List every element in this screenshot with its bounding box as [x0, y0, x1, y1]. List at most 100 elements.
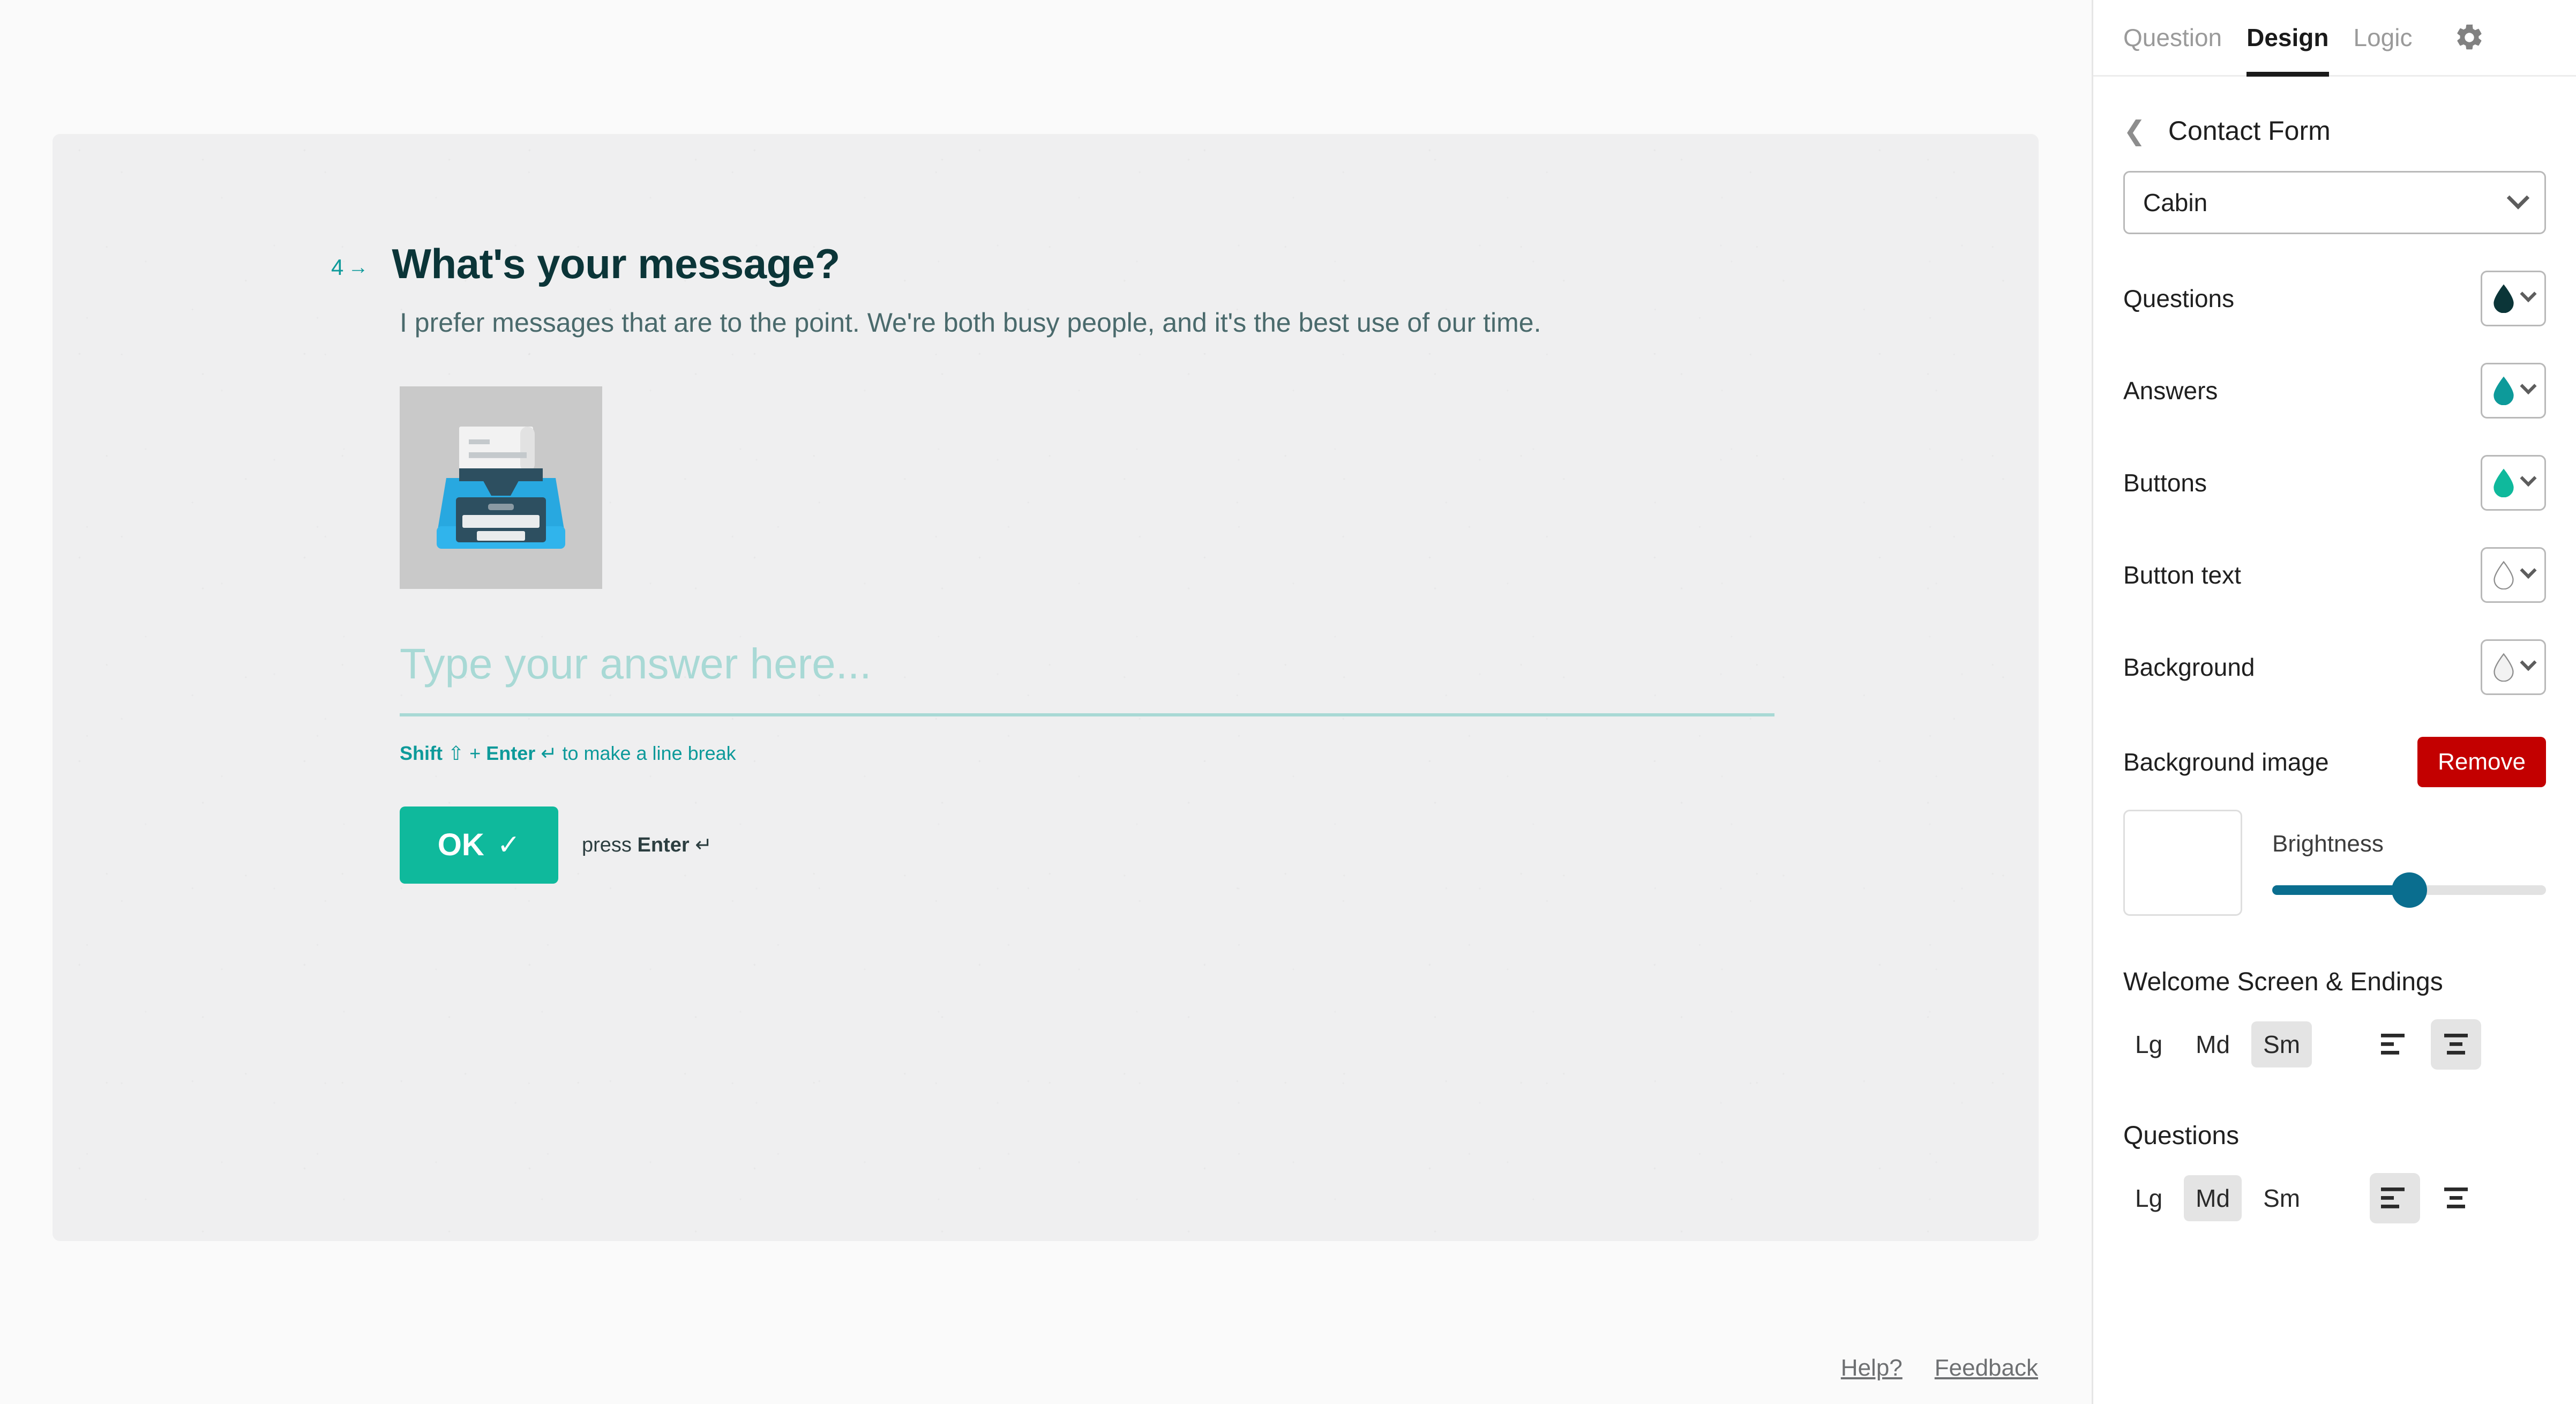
align-left-icon: [2381, 1034, 2405, 1055]
color-swatch-questions[interactable]: [2481, 271, 2546, 326]
questions-size-lg[interactable]: Lg: [2123, 1175, 2174, 1221]
background-preview-row: Brightness: [2123, 810, 2546, 916]
enter-key-icon: ↵: [541, 742, 557, 764]
chevron-down-icon: [2520, 469, 2537, 487]
form-preview-area: 4 → What's your message? I prefer messag…: [0, 0, 2092, 1404]
tab-logic[interactable]: Logic: [2354, 23, 2413, 52]
breadcrumb: ❮ Contact Form: [2123, 115, 2546, 146]
color-label-questions: Questions: [2123, 285, 2235, 312]
chevron-down-icon: [2506, 186, 2530, 210]
shift-key-icon: ⇧: [448, 742, 465, 764]
color-row-questions: Questions: [2123, 271, 2546, 326]
question-number: 4: [331, 255, 344, 280]
typewriter-icon: [437, 426, 565, 549]
press-prefix: press: [582, 834, 632, 857]
theme-select[interactable]: Cabin: [2123, 171, 2546, 234]
panel-body: ❮ Contact Form Cabin Questions Answers B…: [2093, 115, 2576, 1223]
hint-tail-text: to make a line break: [562, 742, 736, 764]
color-swatch-answers[interactable]: [2481, 363, 2546, 419]
submit-row: OK ✓ press Enter ↵: [400, 806, 1778, 884]
breadcrumb-title: Contact Form: [2168, 116, 2331, 146]
color-label-answers: Answers: [2123, 377, 2218, 405]
ok-button[interactable]: OK ✓: [400, 806, 558, 884]
chevron-down-icon: [2520, 377, 2537, 395]
droplet-icon: [2493, 284, 2514, 313]
brightness-slider-thumb[interactable]: [2391, 872, 2427, 908]
design-side-panel: Question Design Logic ❮ Contact Form Cab…: [2092, 0, 2576, 1404]
background-image-label: Background image: [2123, 748, 2329, 776]
questions-section-title: Questions: [2123, 1122, 2240, 1150]
color-row-buttons: Buttons: [2123, 455, 2546, 511]
questions-size-align-row: Lg Md Sm: [2123, 1173, 2546, 1223]
color-label-button-text: Button text: [2123, 561, 2241, 589]
tab-design[interactable]: Design: [2246, 23, 2329, 77]
color-label-buttons: Buttons: [2123, 469, 2207, 497]
questions-align-center-button[interactable]: [2431, 1173, 2481, 1223]
question-number-indicator: 4 →: [331, 256, 368, 279]
tab-question[interactable]: Question: [2123, 23, 2222, 52]
welcome-size-sm[interactable]: Sm: [2251, 1021, 2312, 1067]
welcome-align-center-button[interactable]: [2431, 1019, 2482, 1070]
arrow-right-icon: →: [348, 256, 369, 279]
align-center-icon: [2444, 1034, 2468, 1055]
color-swatch-background[interactable]: [2481, 639, 2546, 695]
hint-plus: +: [469, 742, 481, 764]
theme-select-value: Cabin: [2143, 189, 2208, 216]
droplet-icon: [2493, 468, 2514, 497]
chevron-down-icon: [2520, 285, 2537, 303]
help-link[interactable]: Help?: [1841, 1355, 1903, 1381]
question-description: I prefer messages that are to the point.…: [400, 307, 1541, 338]
enter-return-icon: ↵: [695, 834, 713, 857]
remove-background-image-button[interactable]: Remove: [2417, 737, 2546, 787]
hint-enter-key: Enter: [486, 742, 536, 764]
questions-align-group: [2370, 1173, 2481, 1223]
droplet-icon: [2493, 653, 2514, 682]
welcome-size-lg[interactable]: Lg: [2123, 1021, 2174, 1067]
align-center-icon: [2444, 1188, 2468, 1208]
color-swatch-buttons[interactable]: [2481, 455, 2546, 511]
line-break-hint: Shift ⇧ + Enter ↵ to make a line break: [400, 742, 1774, 765]
color-row-answers: Answers: [2123, 363, 2546, 419]
chevron-down-icon: [2520, 654, 2537, 671]
panel-tabbar: Question Design Logic: [2093, 0, 2576, 77]
answer-zone: Type your answer here... Shift ⇧ + Enter…: [400, 640, 1774, 765]
color-row-button-text: Button text: [2123, 547, 2546, 603]
answer-input[interactable]: Type your answer here...: [400, 640, 1774, 716]
align-left-icon: [2381, 1188, 2405, 1208]
color-label-background: Background: [2123, 653, 2255, 681]
question-title: What's your message?: [392, 240, 840, 287]
press-enter-key: Enter: [637, 834, 690, 857]
welcome-size-md[interactable]: Md: [2184, 1021, 2242, 1067]
droplet-icon: [2493, 561, 2514, 589]
check-icon: ✓: [497, 829, 521, 861]
gear-icon: [2457, 24, 2482, 50]
color-swatch-button-text[interactable]: [2481, 547, 2546, 603]
question-headline-row: 4 → What's your message?: [331, 240, 1778, 288]
background-image-thumbnail[interactable]: [2123, 810, 2242, 916]
ok-button-label: OK: [437, 827, 484, 863]
settings-gear-button[interactable]: [2454, 22, 2485, 53]
welcome-section-title: Welcome Screen & Endings: [2123, 968, 2443, 996]
welcome-align-group: [2370, 1019, 2482, 1070]
chevron-down-icon: [2520, 562, 2537, 579]
brightness-slider-fill: [2272, 885, 2409, 895]
chevron-left-icon[interactable]: ❮: [2123, 117, 2146, 144]
background-image-row: Background image Remove: [2123, 737, 2546, 787]
brightness-label: Brightness: [2272, 831, 2384, 857]
footer-links: Help? Feedback: [1841, 1355, 2038, 1381]
hint-shift-key: Shift: [400, 742, 443, 764]
welcome-align-left-button[interactable]: [2370, 1019, 2420, 1070]
brightness-control: Brightness: [2272, 831, 2546, 908]
questions-align-left-button[interactable]: [2370, 1173, 2421, 1223]
color-row-background: Background: [2123, 639, 2546, 695]
brightness-slider[interactable]: [2272, 872, 2546, 908]
press-enter-hint: press Enter ↵: [582, 833, 712, 857]
droplet-icon: [2493, 376, 2514, 405]
questions-size-sm[interactable]: Sm: [2251, 1175, 2312, 1221]
form-card: 4 → What's your message? I prefer messag…: [53, 134, 2039, 1241]
question-block: 4 → What's your message? I prefer messag…: [331, 240, 1778, 884]
feedback-link[interactable]: Feedback: [1935, 1355, 2038, 1381]
welcome-size-align-row: Lg Md Sm: [2123, 1019, 2546, 1070]
questions-size-md[interactable]: Md: [2184, 1175, 2242, 1221]
typewriter-image: [400, 386, 602, 589]
